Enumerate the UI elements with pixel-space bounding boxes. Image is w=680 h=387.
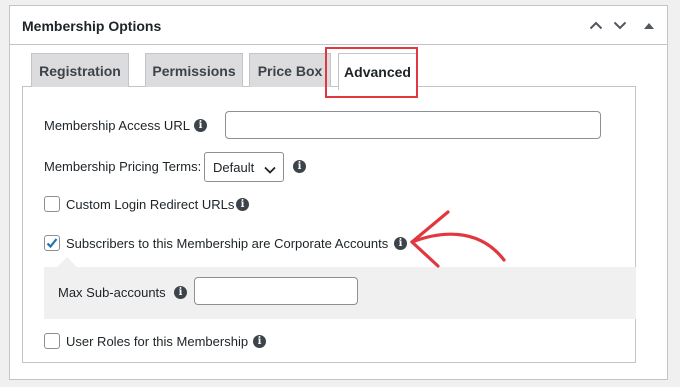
tab-price-box[interactable]: Price Box — [249, 53, 331, 87]
info-icon[interactable]: i — [236, 198, 249, 211]
custom-login-label: Custom Login Redirect URLs — [66, 197, 235, 212]
access-url-input[interactable] — [225, 111, 601, 139]
info-icon[interactable]: i — [394, 237, 407, 250]
sub-accounts-box: Max Sub-accounts i — [44, 267, 636, 319]
sub-box-caret — [57, 257, 77, 267]
user-roles-checkbox[interactable] — [44, 333, 60, 349]
metabox-header: Membership Options — [10, 6, 667, 45]
pricing-terms-select[interactable]: Default — [204, 152, 284, 182]
pricing-terms-label: Membership Pricing Terms: — [44, 159, 202, 174]
access-url-label: Membership Access URL — [44, 118, 190, 133]
metabox-title: Membership Options — [22, 18, 162, 34]
custom-login-checkbox[interactable] — [44, 196, 60, 212]
max-sub-accounts-input[interactable] — [194, 277, 358, 305]
chevron-up-icon[interactable] — [586, 15, 606, 35]
info-icon[interactable]: i — [253, 335, 266, 348]
corporate-accounts-checkbox[interactable] — [44, 235, 60, 251]
pricing-terms-selected: Default — [213, 159, 255, 175]
user-roles-label: User Roles for this Membership — [66, 334, 249, 349]
info-icon[interactable]: i — [293, 160, 306, 173]
corporate-accounts-label: Subscribers to this Membership are Corpo… — [66, 236, 389, 251]
info-icon[interactable]: i — [174, 286, 187, 299]
chevron-down-icon — [264, 162, 276, 177]
tab-panel-advanced: Membership Access URL i Membership Prici… — [22, 86, 636, 363]
tab-permissions[interactable]: Permissions — [145, 53, 243, 87]
tab-advanced[interactable]: Advanced — [338, 53, 417, 90]
tab-registration[interactable]: Registration — [31, 53, 129, 87]
info-icon[interactable]: i — [194, 119, 207, 132]
chevron-down-icon[interactable] — [610, 15, 630, 35]
triangle-toggle-icon[interactable] — [639, 15, 659, 35]
max-sub-accounts-label: Max Sub-accounts — [58, 285, 166, 300]
checkmark-icon — [46, 238, 58, 249]
